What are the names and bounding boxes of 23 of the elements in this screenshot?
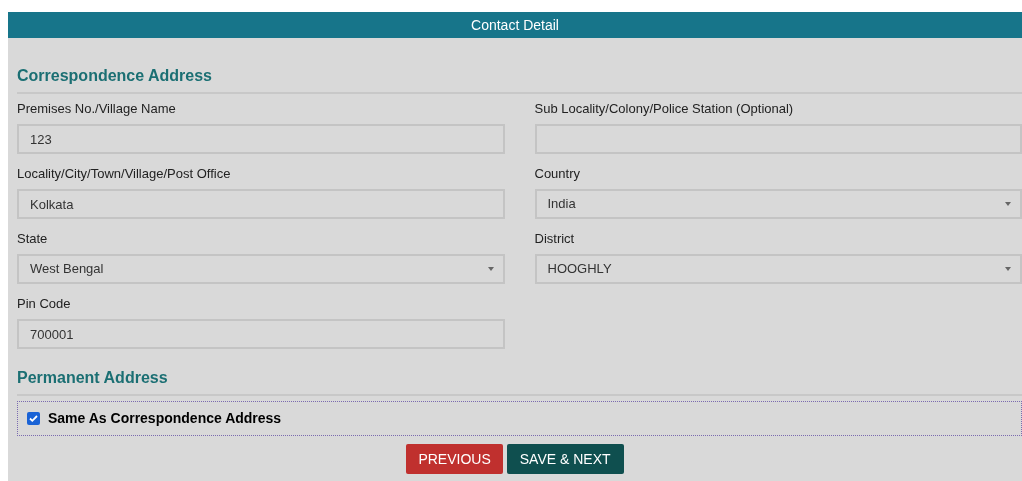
field-label: Sub Locality/Colony/Police Station (Optional) [534, 101, 795, 117]
checkbox-label: Same As Correspondence Address [48, 409, 282, 428]
dropdown-field[interactable]: India [534, 189, 1022, 219]
dropdown-field[interactable]: West Bengal [17, 254, 505, 284]
save-next-button[interactable]: SAVE & NEXT [506, 444, 624, 474]
field-label: Pin Code [17, 296, 72, 312]
section-title: Permanent Address [17, 368, 169, 388]
text-field[interactable]: 123 [17, 124, 505, 154]
field-label: District [534, 231, 576, 247]
text-field[interactable]: Kolkata [17, 189, 505, 219]
previous-button[interactable]: PREVIOUS [406, 444, 503, 474]
section-title: Correspondence Address [17, 66, 213, 86]
field-label: Premises No./Village Name [17, 101, 177, 117]
header-title: Contact Detail [471, 15, 559, 35]
field-label: State [17, 231, 49, 247]
field-label: Country [534, 166, 582, 182]
caret-icon [487, 267, 494, 271]
caret-icon [1005, 202, 1011, 206]
dropdown-field[interactable]: HOOGHLY [534, 254, 1022, 284]
field-label: Locality/City/Town/Village/Post Office [17, 166, 232, 182]
caret-icon [1005, 267, 1011, 271]
text-field[interactable]: 700001 [17, 319, 505, 349]
checkbox[interactable] [27, 412, 40, 425]
